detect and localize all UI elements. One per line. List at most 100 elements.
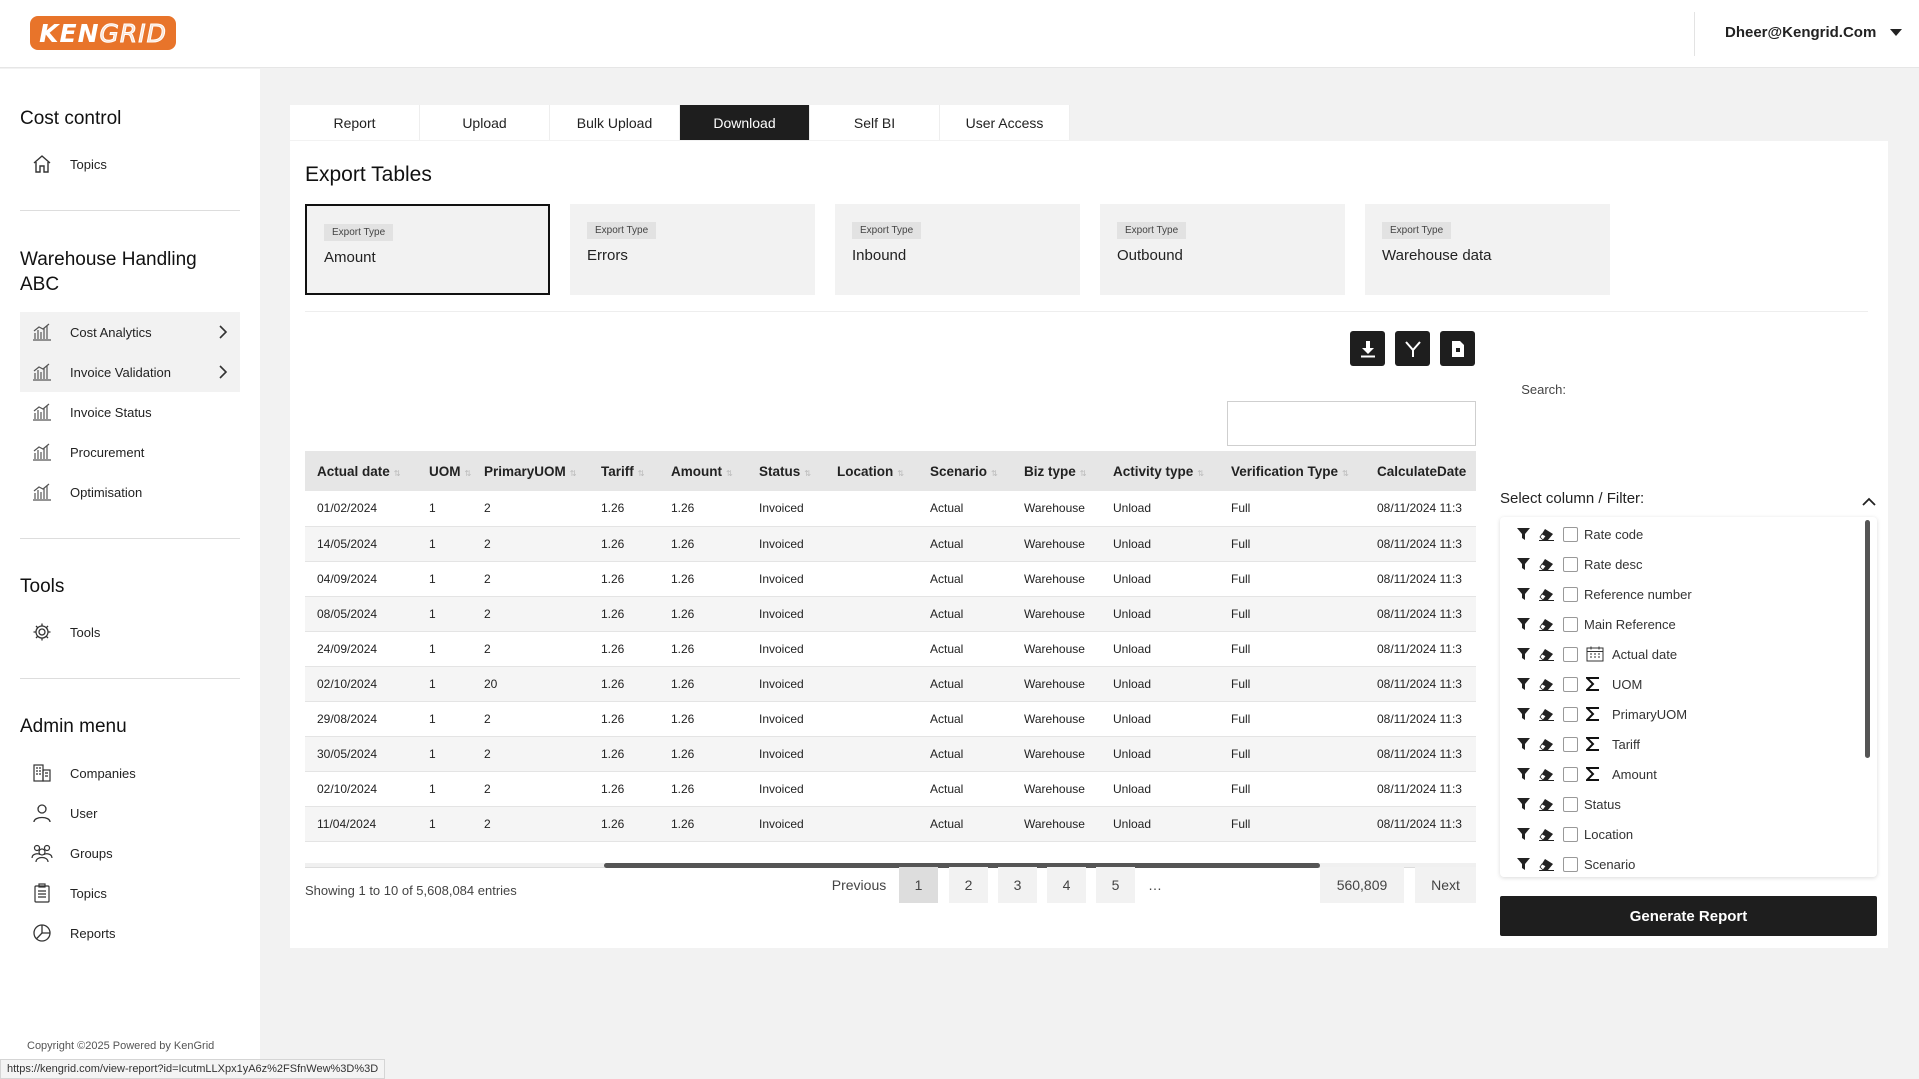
sort-icon[interactable]: ⇅ [1080, 469, 1087, 478]
eraser-icon[interactable] [1539, 738, 1555, 751]
eraser-icon[interactable] [1539, 798, 1555, 811]
chevron-up-icon[interactable] [1862, 497, 1876, 506]
pagination-page-2[interactable]: 2 [949, 867, 988, 903]
filter-icon[interactable] [1517, 828, 1531, 840]
column-checkbox[interactable] [1563, 676, 1578, 692]
column-checkbox[interactable] [1563, 706, 1578, 722]
eraser-icon[interactable] [1539, 618, 1555, 631]
eraser-icon[interactable] [1539, 708, 1555, 721]
filter-icon[interactable] [1517, 648, 1531, 660]
tab-report[interactable]: Report [290, 105, 420, 140]
sort-icon[interactable]: ⇅ [394, 469, 401, 478]
filter-icon[interactable] [1517, 588, 1531, 600]
filter-icon[interactable] [1517, 738, 1531, 750]
table-row[interactable]: 14/05/2024 1 2 1.26 1.26 Invoiced Actual Wareho… [305, 526, 1476, 562]
column-header[interactable]: Location ⇅ [825, 451, 918, 491]
column-header[interactable]: CalculateDate [1365, 451, 1476, 491]
table-row[interactable]: 08/05/2024 1 2 1.26 1.26 Invoiced Actual Wareho… [305, 596, 1476, 632]
export-type-errors[interactable]: Export Type Errors [570, 204, 815, 295]
eraser-icon[interactable] [1539, 828, 1555, 841]
sort-icon[interactable]: ⇅ [897, 469, 904, 478]
column-header[interactable]: Status ⇅ [747, 451, 825, 491]
column-filter-item[interactable]: UOM [1500, 669, 1860, 699]
sidebar-item-reports[interactable]: Reports [20, 913, 240, 953]
filter-icon[interactable] [1517, 708, 1531, 720]
filter-icon[interactable] [1517, 618, 1531, 630]
column-checkbox[interactable] [1563, 766, 1578, 782]
column-filter-item[interactable]: Actual date [1500, 639, 1860, 669]
eraser-icon[interactable] [1539, 648, 1555, 661]
pagination-previous[interactable]: Previous [810, 867, 908, 903]
column-checkbox[interactable] [1563, 826, 1578, 842]
tab-bulk-upload[interactable]: Bulk Upload [550, 105, 680, 140]
column-header[interactable]: Amount ⇅ [659, 451, 747, 491]
eraser-icon[interactable] [1539, 678, 1555, 691]
pagination-page-4[interactable]: 4 [1047, 867, 1086, 903]
column-header[interactable]: Scenario ⇅ [918, 451, 1012, 491]
sort-icon[interactable]: ⇅ [638, 469, 645, 478]
column-header[interactable]: PrimaryUOM ⇅ [472, 451, 589, 491]
eraser-icon[interactable] [1539, 528, 1555, 541]
sidebar-item-admin-topics[interactable]: Topics [20, 873, 240, 913]
tab-upload[interactable]: Upload [420, 105, 550, 140]
column-filter-item[interactable]: Main Reference [1500, 609, 1860, 639]
sort-icon[interactable]: ⇅ [1342, 469, 1349, 478]
download-button[interactable] [1350, 331, 1385, 366]
export-type-outbound[interactable]: Export Type Outbound [1100, 204, 1345, 295]
eraser-icon[interactable] [1539, 858, 1555, 871]
table-row[interactable]: 29/08/2024 1 2 1.26 1.26 Invoiced Actual Wareho… [305, 701, 1476, 737]
sidebar-item-user[interactable]: User [20, 793, 240, 833]
filter-icon[interactable] [1517, 858, 1531, 870]
column-filter-item[interactable]: Scenario [1500, 849, 1860, 877]
sidebar-item-procurement[interactable]: Procurement [20, 432, 240, 472]
column-checkbox[interactable] [1563, 616, 1578, 632]
column-filter-item[interactable]: Rate desc [1500, 549, 1860, 579]
sort-icon[interactable]: ⇅ [726, 469, 733, 478]
column-header[interactable]: Verification Type ⇅ [1219, 451, 1365, 491]
sort-icon[interactable]: ⇅ [570, 469, 577, 478]
table-row[interactable]: 02/10/2024 1 2 1.26 1.26 Invoiced Actual Wareho… [305, 771, 1476, 807]
tab-user-access[interactable]: User Access [940, 105, 1070, 140]
sidebar-item-groups[interactable]: Groups [20, 833, 240, 873]
column-checkbox[interactable] [1563, 796, 1578, 812]
export-type-amount[interactable]: Export Type Amount [305, 204, 550, 295]
column-checkbox[interactable] [1563, 586, 1578, 602]
column-header[interactable]: Actual date ⇅ [305, 451, 417, 491]
sidebar-item-tools[interactable]: Tools [20, 612, 240, 652]
column-header[interactable]: Tariff ⇅ [589, 451, 659, 491]
column-checkbox[interactable] [1563, 646, 1578, 662]
column-header[interactable]: UOM ⇅ [417, 451, 472, 491]
pagination-page-1[interactable]: 1 [899, 867, 938, 903]
column-filter-item[interactable]: Tariff [1500, 729, 1860, 759]
column-filter-item[interactable]: Location [1500, 819, 1860, 849]
file-export-button[interactable] [1440, 331, 1475, 366]
column-header[interactable]: Biz type ⇅ [1012, 451, 1101, 491]
export-type-inbound[interactable]: Export Type Inbound [835, 204, 1080, 295]
sidebar-item-invoice-validation[interactable]: Invoice Validation [20, 352, 240, 392]
sort-icon[interactable]: ⇅ [1197, 469, 1204, 478]
table-row[interactable]: 30/05/2024 1 2 1.26 1.26 Invoiced Actual Wareho… [305, 736, 1476, 772]
filter-icon[interactable] [1517, 528, 1531, 540]
column-checkbox[interactable] [1563, 556, 1578, 572]
eraser-icon[interactable] [1539, 558, 1555, 571]
pagination-next[interactable]: Next [1415, 867, 1476, 903]
sort-icon[interactable]: ⇅ [465, 469, 472, 478]
eraser-icon[interactable] [1539, 588, 1555, 601]
user-menu[interactable]: Dheer@Kengrid.Com [1725, 24, 1903, 41]
tab-self-bi[interactable]: Self BI [810, 105, 940, 140]
merge-button[interactable] [1395, 331, 1430, 366]
sidebar-item-cost-analytics[interactable]: Cost Analytics [20, 312, 240, 352]
tab-download[interactable]: Download [680, 105, 810, 140]
column-filter-item[interactable]: Reference number [1500, 579, 1860, 609]
pagination-page-last[interactable]: 560,809 [1320, 867, 1404, 903]
column-header[interactable]: Activity type ⇅ [1101, 451, 1219, 491]
column-filter-item[interactable]: Amount [1500, 759, 1860, 789]
filter-icon[interactable] [1517, 558, 1531, 570]
sidebar-item-companies[interactable]: Companies [20, 753, 240, 793]
sidebar-item-invoice-status[interactable]: Invoice Status [20, 392, 240, 432]
table-row[interactable]: 11/04/2024 1 2 1.26 1.26 Invoiced Actual Wareho… [305, 806, 1476, 842]
pagination-page-5[interactable]: 5 [1096, 867, 1135, 903]
table-row[interactable]: 04/09/2024 1 2 1.26 1.26 Invoiced Actual Wareho… [305, 561, 1476, 597]
table-row[interactable]: 24/09/2024 1 2 1.26 1.26 Invoiced Actual Wareho… [305, 631, 1476, 667]
column-checkbox[interactable] [1563, 526, 1578, 542]
